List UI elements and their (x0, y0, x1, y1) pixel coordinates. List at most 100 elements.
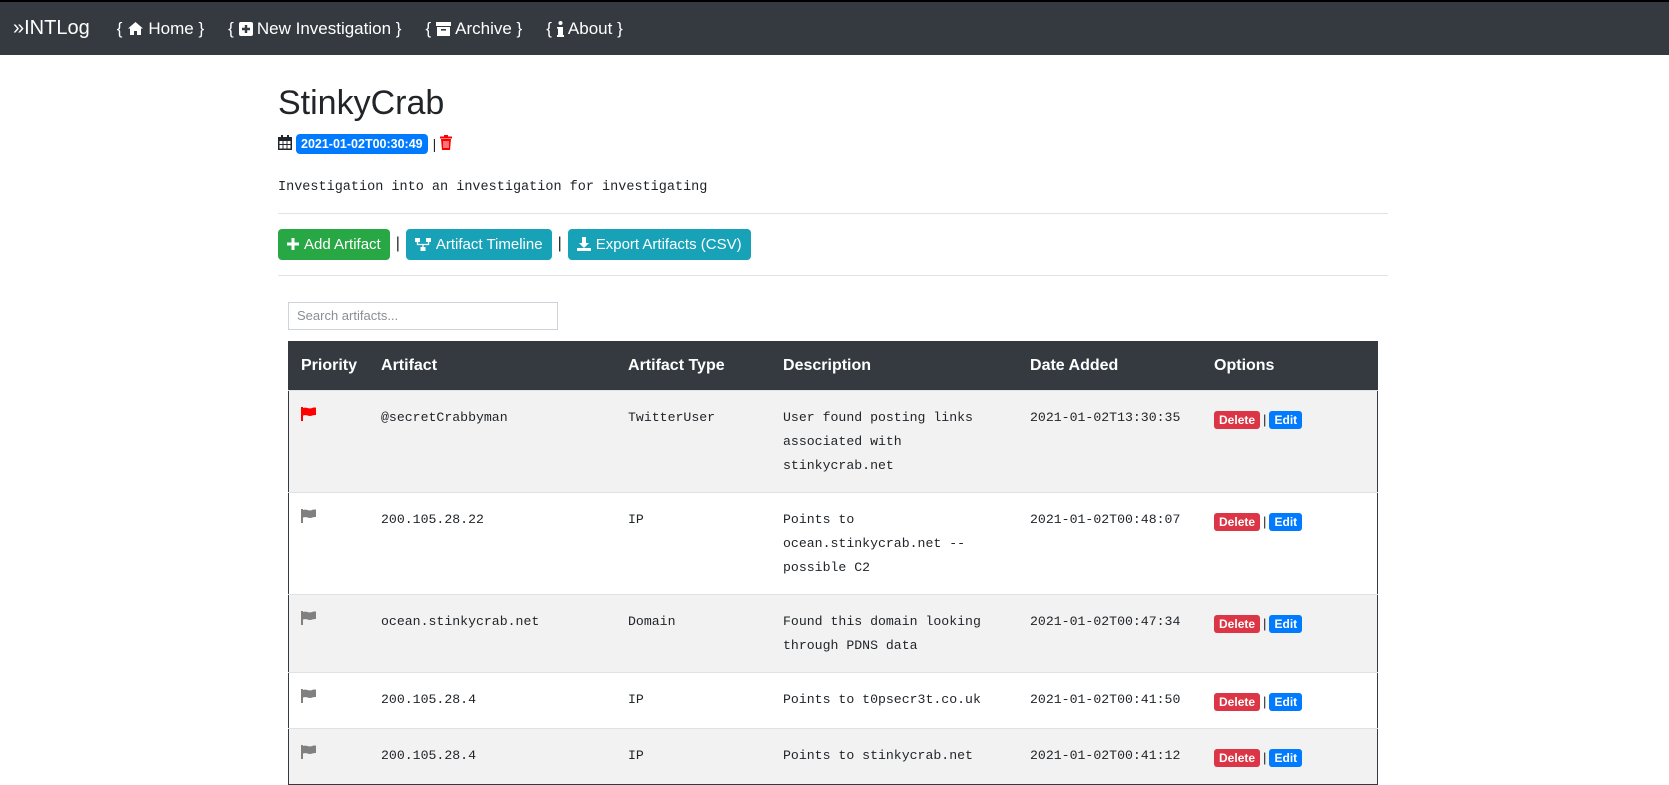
brace-close: } (391, 18, 402, 38)
priority-cell (288, 389, 370, 493)
table-row: @secretCrabbyman TwitterUser User found … (288, 389, 1378, 493)
brace-open: { (546, 18, 552, 38)
priority-cell (288, 593, 370, 673)
column-header-options[interactable]: Options (1202, 341, 1378, 391)
options-cell: Delete | Edit (1202, 727, 1378, 785)
nav-new-investigation[interactable]: { New Investigation } (228, 19, 401, 39)
options-cell: Delete | Edit (1202, 593, 1378, 673)
delete-button[interactable]: Delete (1214, 692, 1261, 711)
date-added-cell: 2021-01-02T00:48:07 (1018, 491, 1203, 595)
plus-icon (287, 238, 299, 251)
nav-home[interactable]: { Home } (117, 19, 204, 39)
options-cell: Delete | Edit (1202, 491, 1378, 595)
delete-button[interactable]: Delete (1214, 410, 1261, 429)
investigation-meta: 2021-01-02T00:30:49 | (278, 133, 1388, 154)
flag-icon[interactable] (301, 406, 317, 425)
artifact-timeline-label: Artifact Timeline (435, 235, 543, 253)
brace-open: { (116, 18, 123, 38)
top-navbar: »INTLog { Home } { New Investigation } {… (0, 0, 1669, 55)
row-options: Delete | Edit (1214, 690, 1365, 714)
action-bar: Add Artifact | Artifact Timeline | Expor… (278, 228, 1388, 260)
divider (278, 274, 1388, 276)
date-added-cell: 2021-01-02T00:41:12 (1018, 727, 1203, 785)
column-header-date-added[interactable]: Date Added (1018, 341, 1203, 391)
separator: | (432, 135, 437, 152)
calendar-icon (278, 134, 292, 153)
artifact-type-cell: IP (616, 671, 772, 729)
download-icon (576, 237, 591, 252)
description-cell: Points to ocean.stinkycrab.net -- possib… (771, 491, 1019, 595)
priority-cell (288, 727, 370, 785)
add-artifact-button[interactable]: Add Artifact (278, 228, 390, 260)
edit-button[interactable]: Edit (1269, 512, 1303, 531)
flag-icon[interactable] (301, 610, 317, 629)
column-header-priority[interactable]: Priority (288, 341, 370, 391)
column-header-artifact[interactable]: Artifact (369, 341, 617, 391)
table-header: Priority Artifact Artifact Type Descript… (288, 341, 1378, 391)
edit-button[interactable]: Edit (1269, 410, 1303, 429)
brace-close: } (193, 18, 205, 38)
priority-cell (288, 491, 370, 595)
brace-open: { (228, 18, 234, 38)
sitemap-icon (414, 237, 431, 251)
brand-logo[interactable]: »INTLog (13, 17, 90, 40)
export-artifacts-label: Export Artifacts (CSV) (595, 235, 742, 253)
date-added-cell: 2021-01-02T00:47:34 (1018, 593, 1203, 673)
delete-button[interactable]: Delete (1214, 614, 1261, 633)
delete-button[interactable]: Delete (1214, 512, 1261, 531)
artifact-cell: 200.105.28.4 (369, 671, 617, 729)
column-header-description[interactable]: Description (771, 341, 1019, 391)
artifact-type-cell: Domain (616, 593, 772, 673)
edit-button[interactable]: Edit (1269, 614, 1303, 633)
row-options: Delete | Edit (1214, 408, 1365, 432)
table-header-row: Priority Artifact Artifact Type Descript… (288, 341, 1378, 391)
options-cell: Delete | Edit (1202, 671, 1378, 729)
row-options: Delete | Edit (1214, 510, 1365, 534)
nav-home-label: Home (148, 18, 194, 38)
separator: | (1263, 411, 1267, 427)
options-cell: Delete | Edit (1202, 389, 1378, 493)
archive-icon (436, 21, 452, 36)
description-cell: Found this domain looking through PDNS d… (771, 593, 1019, 673)
artifact-cell: ocean.stinkycrab.net (369, 593, 617, 673)
date-badge: 2021-01-02T00:30:49 (296, 133, 428, 154)
add-artifact-label: Add Artifact (304, 235, 381, 253)
artifact-type-cell: TwitterUser (616, 389, 772, 493)
column-header-artifact-type[interactable]: Artifact Type (616, 341, 772, 391)
divider (278, 212, 1388, 214)
separator: | (1263, 513, 1267, 529)
table-body: @secretCrabbyman TwitterUser User found … (288, 389, 1378, 785)
flag-icon[interactable] (301, 744, 317, 763)
table-row: 200.105.28.22 IP Points to ocean.stinkyc… (288, 491, 1378, 595)
artifact-type-cell: IP (616, 727, 772, 785)
export-artifacts-button[interactable]: Export Artifacts (CSV) (567, 228, 751, 260)
description-cell: Points to t0psecr3t.co.uk (771, 671, 1019, 729)
artifact-timeline-button[interactable]: Artifact Timeline (405, 228, 552, 260)
plus-square-icon (238, 21, 253, 36)
table-row: 200.105.28.4 IP Points to stinkycrab.net… (288, 727, 1378, 785)
trash-icon[interactable] (440, 134, 453, 153)
brace-close: } (612, 18, 623, 38)
brace-open: { (425, 18, 432, 38)
separator: | (1263, 615, 1267, 631)
description-cell: Points to stinkycrab.net (771, 727, 1019, 785)
artifact-cell: 200.105.28.22 (369, 491, 617, 595)
nav-archive-label: Archive (455, 18, 512, 38)
date-added-cell: 2021-01-02T13:30:35 (1018, 389, 1203, 493)
search-input[interactable] (288, 301, 558, 330)
date-added-cell: 2021-01-02T00:41:50 (1018, 671, 1203, 729)
row-options: Delete | Edit (1214, 746, 1365, 770)
artifacts-table: Priority Artifact Artifact Type Descript… (288, 340, 1378, 785)
flag-icon[interactable] (301, 688, 317, 707)
investigation-description: Investigation into an investigation for … (278, 179, 708, 195)
nav-about[interactable]: { About } (546, 19, 623, 39)
edit-button[interactable]: Edit (1269, 748, 1303, 767)
table-row: 200.105.28.4 IP Points to t0psecr3t.co.u… (288, 671, 1378, 729)
separator: | (1263, 693, 1267, 709)
row-options: Delete | Edit (1214, 612, 1365, 636)
home-icon (127, 21, 144, 36)
nav-archive[interactable]: { Archive } (425, 19, 522, 39)
flag-icon[interactable] (301, 508, 317, 527)
edit-button[interactable]: Edit (1269, 692, 1303, 711)
delete-button[interactable]: Delete (1214, 748, 1261, 767)
